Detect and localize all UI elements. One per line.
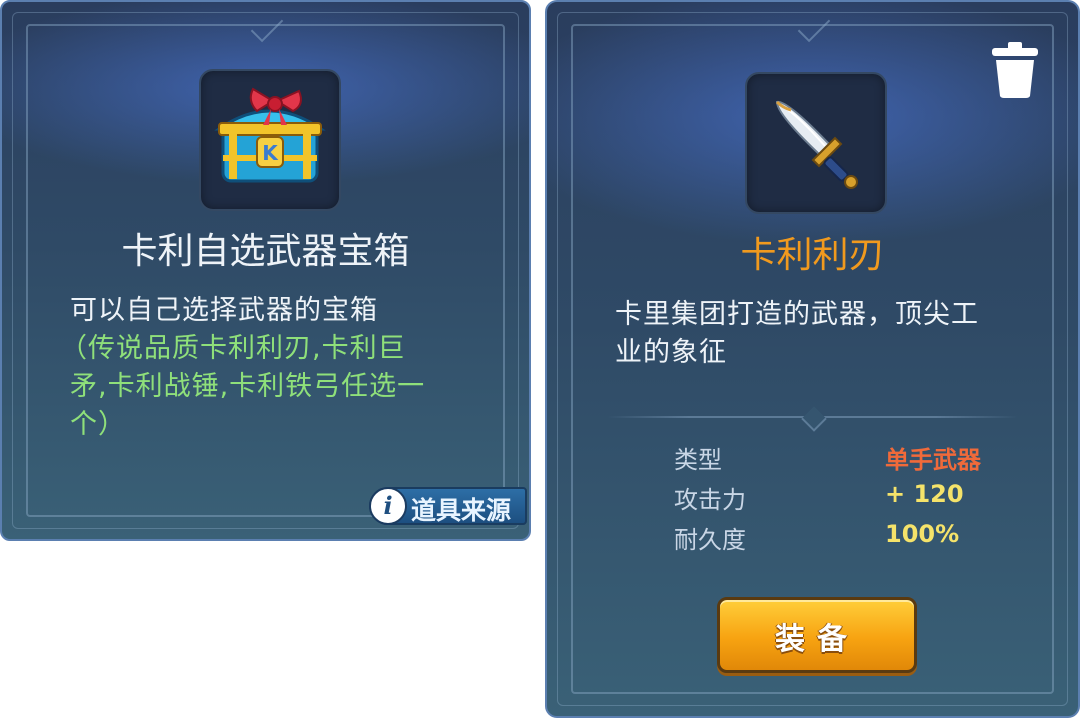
item-title: 卡利利刃 — [740, 235, 885, 276]
treasure-chest-icon: K — [214, 87, 326, 183]
item-options-line-1: （传说品质卡利利刃,卡利巨 — [60, 333, 406, 364]
item-source-label: 道具来源 — [411, 496, 512, 525]
equip-button-label: 装备 — [775, 622, 859, 657]
item-options-line-2: 矛,卡利战锤,卡利铁弓任选一 — [70, 371, 426, 402]
stat-label: 攻击力 — [674, 486, 746, 514]
item-description-line-1: 卡里集团打造的武器，顶尖工 — [615, 299, 979, 330]
equip-button[interactable]: 装备 — [717, 597, 917, 673]
stat-row-type: 类型 单手武器 — [547, 440, 1078, 480]
sword-icon — [775, 100, 858, 189]
stat-label: 耐久度 — [674, 526, 746, 554]
item-description: 可以自己选择武器的宝箱 — [70, 295, 378, 326]
chest-item-card: K 卡利自选武器宝箱 可以自己选择武器的宝箱 （传说品质卡利利刃,卡利巨 矛,卡… — [0, 0, 531, 541]
item-icon-slot — [745, 72, 887, 214]
stat-value: 100% — [885, 520, 960, 548]
stat-row-attack: 攻击力 + 120 — [547, 480, 1078, 520]
trash-icon[interactable] — [990, 42, 1040, 98]
svg-text:K: K — [262, 141, 279, 165]
info-icon: i — [369, 487, 407, 525]
item-icon-slot: K — [199, 69, 341, 211]
stat-label: 类型 — [674, 446, 722, 474]
stat-value: + 120 — [885, 480, 964, 508]
stat-value: 单手武器 — [885, 446, 981, 474]
item-options-line-3: 个） — [70, 409, 126, 440]
stat-row-durability: 耐久度 100% — [547, 520, 1078, 560]
item-source-button[interactable]: i 道具来源 — [369, 487, 527, 525]
weapon-item-card: 卡利利刃 卡里集团打造的武器，顶尖工 业的象征 类型 单手武器 攻击力 + 12… — [545, 0, 1080, 718]
item-description-line-2: 业的象征 — [615, 337, 727, 368]
item-title: 卡利自选武器宝箱 — [121, 231, 410, 272]
